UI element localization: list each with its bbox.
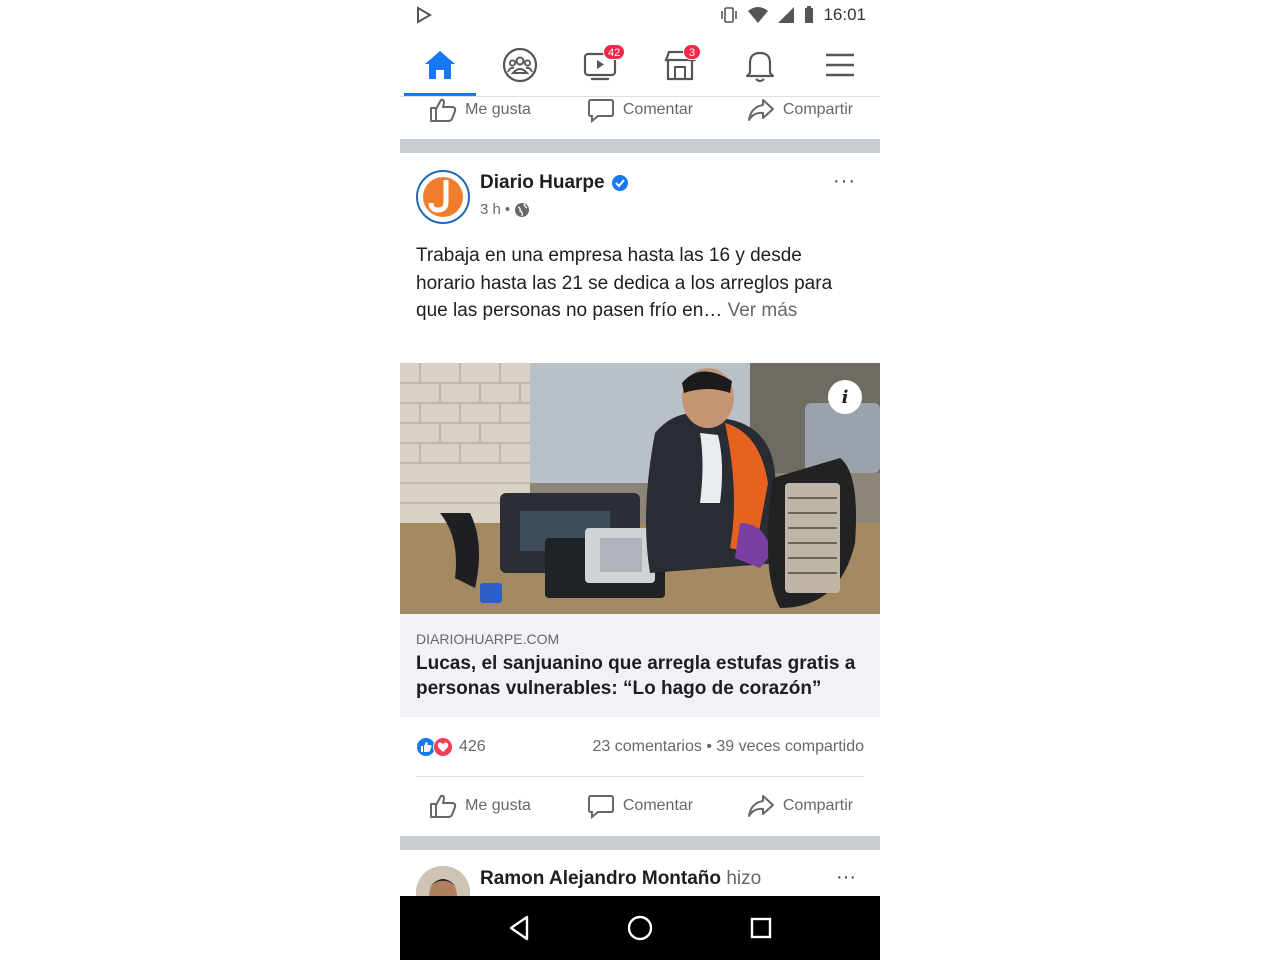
page-name[interactable]: Diario Huarpe: [480, 172, 629, 194]
hamburger-menu-icon: [826, 53, 854, 77]
tab-notifications[interactable]: [720, 34, 800, 96]
comment-label: Comentar: [622, 101, 694, 118]
recent-apps-icon[interactable]: [749, 916, 773, 940]
back-icon[interactable]: [507, 915, 531, 941]
marketplace-badge: 3: [683, 44, 701, 60]
post-action-bar: Me gusta Comentar Compartir: [400, 786, 880, 826]
play-store-icon: [417, 6, 432, 24]
tab-marketplace[interactable]: 3: [640, 34, 720, 96]
groups-icon: [502, 47, 538, 83]
thumbs-up-icon: [430, 98, 457, 122]
status-bar: 16:01: [400, 0, 880, 34]
tab-home[interactable]: [400, 34, 480, 96]
meta-dot: •: [504, 201, 511, 218]
tab-watch[interactable]: 42: [560, 34, 640, 96]
page-avatar[interactable]: [416, 170, 470, 224]
comment-icon: [587, 99, 614, 123]
like-label: Me gusta: [465, 101, 531, 118]
vibrate-icon: [721, 7, 738, 23]
like-button[interactable]: Me gusta: [400, 90, 560, 130]
home-icon: [425, 51, 455, 79]
see-more-link[interactable]: Ver más: [728, 300, 798, 321]
android-navigation-bar: [400, 896, 880, 960]
watch-badge: 42: [603, 44, 626, 60]
status-time: 16:01: [823, 5, 866, 24]
info-button[interactable]: i: [828, 380, 862, 414]
comments-shares-count[interactable]: 23 comentarios • 39 veces compartido: [592, 738, 864, 756]
verified-badge-icon: [611, 175, 628, 191]
previous-post-action-bar: Me gusta Comentar Compartir: [400, 90, 880, 130]
battery-icon: [805, 6, 814, 23]
phone-screen: 16:01 42 3 Me gusta Comentar Compartir D…: [400, 0, 880, 960]
bell-icon: [745, 51, 775, 82]
post-meta: 3 h •: [480, 201, 530, 218]
tab-menu[interactable]: [800, 34, 880, 96]
post-text: Trabaja en una empresa hasta las 16 y de…: [416, 242, 856, 325]
reaction-count[interactable]: 426: [459, 738, 486, 756]
link-preview-image[interactable]: i: [400, 363, 880, 614]
share-icon: [747, 99, 774, 121]
globe-icon: [515, 202, 530, 217]
page-name-text: Diario Huarpe: [480, 172, 605, 193]
like-button[interactable]: Me gusta: [400, 786, 560, 826]
signal-icon: [778, 7, 795, 23]
comment-button[interactable]: Comentar: [560, 786, 720, 826]
link-title: Lucas, el sanjuanino que arregla estufas…: [416, 653, 856, 699]
comment-label: Comentar: [622, 797, 694, 814]
reactions-divider: [416, 776, 864, 777]
share-icon: [747, 795, 774, 817]
share-label: Compartir: [782, 797, 854, 814]
share-button[interactable]: Compartir: [720, 90, 880, 130]
thumbs-up-icon: [430, 794, 457, 818]
wifi-icon: [748, 7, 769, 23]
share-label: Compartir: [782, 101, 854, 118]
post-options-icon[interactable]: ···: [833, 170, 856, 193]
man-repairing-heater-photo: [400, 363, 880, 614]
top-navigation: 42 3: [400, 34, 880, 96]
reactions-row: 426 23 comentarios • 39 veces compartido: [416, 734, 864, 760]
link-domain: DIARIOHUARPE.COM: [416, 631, 560, 647]
next-post-author[interactable]: Ramon Alejandro Montaño hizo: [480, 868, 761, 890]
next-post-verb: hizo: [726, 868, 762, 889]
share-button[interactable]: Compartir: [720, 786, 880, 826]
link-preview-box[interactable]: DIARIOHUARPE.COM Lucas, el sanjuanino qu…: [400, 614, 880, 717]
next-post-author-name: Ramon Alejandro Montaño: [480, 868, 722, 889]
home-button-icon[interactable]: [626, 914, 654, 942]
love-reaction-icon[interactable]: [433, 737, 453, 757]
post-time: 3 h: [480, 201, 501, 218]
diario-huarpe-logo: [420, 174, 466, 220]
like-label: Me gusta: [465, 797, 531, 814]
next-post-options-icon[interactable]: ···: [836, 866, 856, 889]
feed-separator: [400, 836, 880, 850]
tab-groups[interactable]: [480, 34, 560, 96]
feed-separator: [400, 139, 880, 153]
comment-icon: [587, 795, 614, 819]
comment-button[interactable]: Comentar: [560, 90, 720, 130]
